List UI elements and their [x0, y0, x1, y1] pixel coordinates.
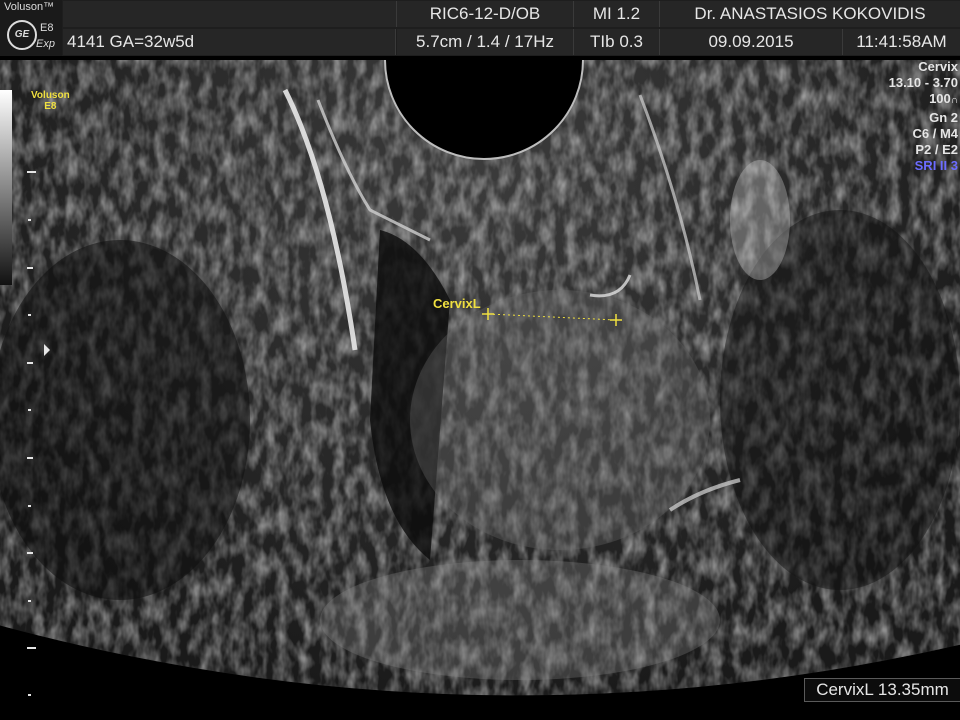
patient-label: 4141 GA=32w5d — [63, 29, 396, 55]
logo-block: Voluson™ GE E8 Exp — [0, 0, 62, 56]
mi-label: MI 1.2 — [574, 1, 660, 27]
sri-label: SRI II 3 — [914, 158, 958, 174]
depth-settings-label: 5.7cm / 1.4 / 17Hz — [397, 29, 574, 55]
operator-label: Dr. ANASTASIOS KOKOVIDIS — [660, 1, 960, 27]
measurement-result: CervixL 13.35mm — [804, 678, 960, 702]
ultrasound-image — [0, 59, 960, 696]
frequency-label: 13.10 - 3.70 — [888, 75, 958, 91]
power-row: 100∩ — [889, 91, 958, 109]
side-label-model: E8 — [44, 101, 57, 112]
side-label: Voluson E8 — [31, 90, 70, 112]
probe-label: RIC6-12-D/OB — [397, 1, 574, 27]
header-bar: Voluson™ GE E8 Exp RIC6-12-D/OB MI 1.2 D… — [0, 0, 960, 56]
brand-label: Voluson™ — [4, 1, 55, 13]
gain-label: Gn 2 — [929, 109, 958, 125]
grayscale-bar — [0, 90, 12, 285]
tib-label: TIb 0.3 — [574, 29, 660, 55]
caliper-label: CervixL — [433, 296, 481, 311]
power-label: 100 — [929, 91, 951, 107]
parameter-panel: Cervix 13.10 - 3.70 100∩ Gn 2 C6 / M4 P2… — [889, 59, 958, 174]
time-label: 11:41:58AM — [843, 29, 960, 55]
preset-label: Cervix — [918, 59, 958, 74]
pe-label: P2 / E2 — [915, 142, 958, 158]
side-label-brand: Voluson — [31, 90, 70, 101]
header-cell-empty — [63, 1, 397, 27]
lock-icon: ∩ — [950, 95, 958, 107]
ge-logo-icon: GE — [7, 20, 37, 50]
model-label: E8 — [40, 22, 54, 34]
date-label: 09.09.2015 — [660, 29, 843, 55]
cm-label: C6 / M4 — [912, 125, 958, 141]
mode-label: Exp — [36, 38, 55, 50]
